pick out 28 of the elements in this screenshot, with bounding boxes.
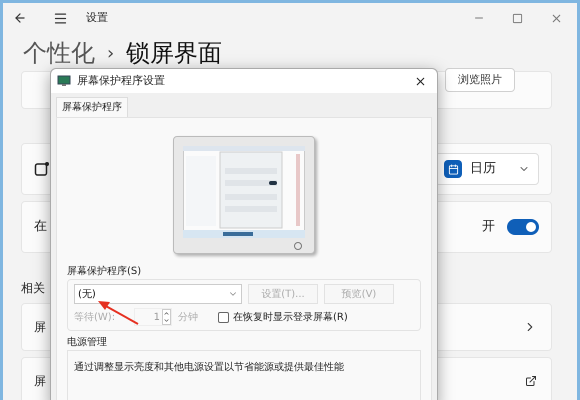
- link-label: 屏: [34, 319, 46, 336]
- toggle-state: 开: [482, 218, 495, 236]
- external-link-icon: [525, 375, 537, 387]
- calendar-icon: [444, 160, 462, 178]
- wait-label: 等待(W):: [74, 310, 116, 324]
- monitor-icon: [57, 75, 71, 87]
- setting-label: 在: [34, 218, 47, 236]
- section-heading: 相关: [21, 280, 45, 297]
- close-icon[interactable]: [414, 74, 427, 88]
- power-button-icon: [294, 242, 302, 250]
- widget-icon: [34, 161, 50, 177]
- breadcrumb-separator: ›: [107, 42, 114, 66]
- power-heading: 电源管理: [67, 336, 108, 350]
- breadcrumb-item: 锁屏界面: [126, 38, 222, 69]
- dialog-tab[interactable]: 屏幕保护程序: [56, 97, 128, 117]
- breadcrumb-item[interactable]: 个性化: [23, 35, 95, 71]
- maximize-icon[interactable]: [512, 12, 523, 24]
- power-description: 通过调整显示亮度和其他电源设置以节省能源或提供最佳性能: [74, 362, 344, 373]
- wait-unit: 分钟: [178, 310, 198, 324]
- group-label: 屏幕保护程序(S): [67, 264, 142, 279]
- browse-button[interactable]: 浏览照片: [445, 68, 515, 92]
- dialog-title: 屏幕保护程序设置: [77, 72, 166, 89]
- toggle-switch[interactable]: [507, 219, 539, 235]
- menu-icon[interactable]: [53, 10, 68, 26]
- window-title: 设置: [86, 10, 108, 26]
- link-label: 屏: [34, 373, 46, 390]
- back-icon[interactable]: [13, 11, 27, 25]
- calendar-dropdown[interactable]: 日历: [435, 153, 539, 185]
